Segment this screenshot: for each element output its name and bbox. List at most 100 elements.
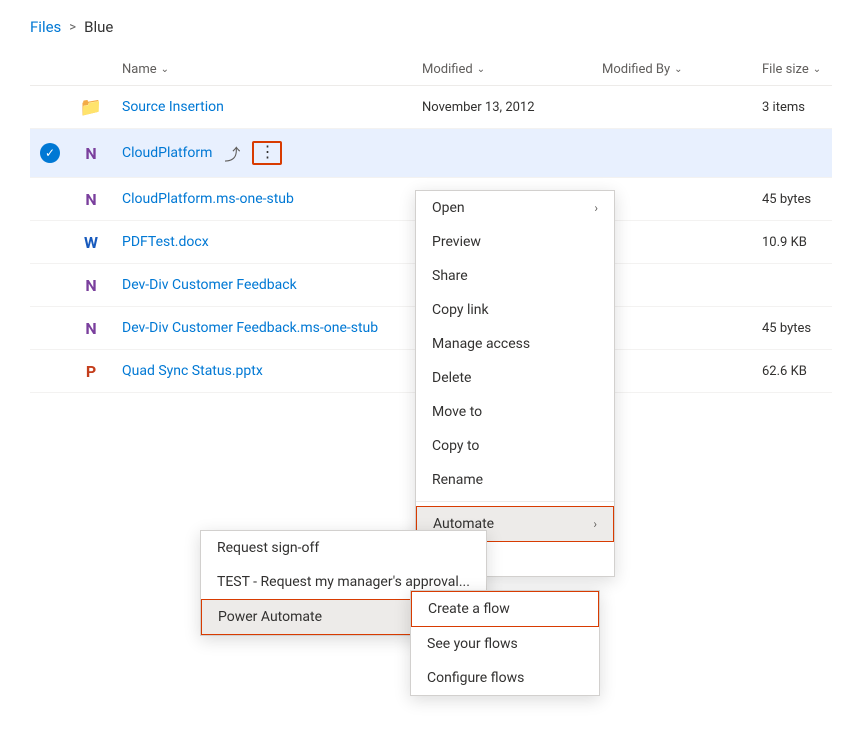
file-size-text: 10.9 KB — [762, 235, 807, 250]
breadcrumb-current: Blue — [84, 18, 113, 36]
menu-item-share[interactable]: Share — [416, 259, 614, 293]
col-modified-header[interactable]: Modified ⌄ — [412, 54, 592, 86]
table-row: ✓ N CloudPlatform ⤴ ⋮ — [30, 129, 832, 178]
row-name-cell: Dev-Div Customer Feedback.ms-one-stub — [112, 307, 412, 350]
row-size-cell: 45 bytes — [752, 178, 832, 221]
row-modified-cell: November 13, 2012 — [412, 86, 592, 129]
file-type-icon: N — [80, 188, 102, 210]
row-size-cell: 45 bytes — [752, 307, 832, 350]
row-modified-by-cell — [592, 178, 752, 221]
row-name-cell: Quad Sync Status.pptx — [112, 350, 412, 393]
row-modified-by-cell — [592, 264, 752, 307]
file-name-link[interactable]: PDFTest.docx — [122, 234, 209, 250]
file-name-link[interactable]: CloudPlatform.ms-one-stub — [122, 191, 294, 207]
automate-submenu-item-request-signoff[interactable]: Request sign-off — [201, 531, 486, 565]
row-check-cell[interactable]: ✓ — [30, 129, 70, 178]
context-menu: Open › Preview Share Copy link Manage ac… — [415, 190, 615, 577]
power-automate-submenu-item-configure-flows[interactable]: Configure flows — [411, 661, 599, 695]
row-icon-cell: N — [70, 178, 112, 221]
row-icon-cell: P — [70, 350, 112, 393]
row-size-cell: 10.9 KB — [752, 221, 832, 264]
name-sort-icon: ⌄ — [161, 64, 169, 75]
row-modified-by-cell — [592, 86, 752, 129]
row-modified-by-cell — [592, 129, 752, 178]
breadcrumb: Files > Blue — [30, 18, 816, 36]
row-icon-cell: N — [70, 129, 112, 178]
file-type-icon: N — [80, 317, 102, 339]
row-icon-cell: N — [70, 264, 112, 307]
row-size-cell — [752, 129, 832, 178]
row-icon-cell: 📁 — [70, 86, 112, 129]
menu-item-copy-to[interactable]: Copy to — [416, 429, 614, 463]
menu-item-manage-access[interactable]: Manage access — [416, 327, 614, 361]
menu-divider-1 — [416, 501, 614, 502]
row-check-cell[interactable] — [30, 221, 70, 264]
power-automate-submenu: Create a flow See your flows Configure f… — [410, 590, 600, 696]
automate-submenu-icon: › — [593, 517, 597, 531]
file-size-text: 45 bytes — [762, 192, 811, 207]
file-size-text: 3 items — [762, 100, 805, 115]
power-automate-submenu-item-create-flow[interactable]: Create a flow — [411, 591, 599, 627]
file-date-text: November 13, 2012 — [422, 100, 535, 115]
menu-item-preview[interactable]: Preview — [416, 225, 614, 259]
row-name-cell: CloudPlatform.ms-one-stub — [112, 178, 412, 221]
open-submenu-icon: › — [594, 201, 598, 215]
row-check-cell[interactable] — [30, 307, 70, 350]
row-name-actions: Dev-Div Customer Feedback — [122, 277, 402, 293]
row-checkmark: ✓ — [40, 143, 60, 163]
row-name-actions: PDFTest.docx — [122, 234, 402, 250]
row-name-actions: CloudPlatform.ms-one-stub — [122, 191, 402, 207]
table-row: 📁 Source Insertion November 13, 2012 3 i… — [30, 86, 832, 129]
row-check-cell[interactable] — [30, 264, 70, 307]
file-name-link[interactable]: Source Insertion — [122, 99, 224, 115]
row-modified-by-cell — [592, 350, 752, 393]
col-icon — [70, 54, 112, 86]
breadcrumb-files-link[interactable]: Files — [30, 18, 61, 36]
row-icon-cell: W — [70, 221, 112, 264]
menu-item-rename[interactable]: Rename — [416, 463, 614, 497]
menu-item-open[interactable]: Open › — [416, 191, 614, 225]
modified-sort-icon: ⌄ — [477, 64, 485, 75]
file-name-link[interactable]: Dev-Div Customer Feedback.ms-one-stub — [122, 320, 378, 336]
menu-item-move-to[interactable]: Move to — [416, 395, 614, 429]
row-name-actions: Dev-Div Customer Feedback.ms-one-stub — [122, 320, 402, 336]
power-automate-submenu-item-see-flows[interactable]: See your flows — [411, 627, 599, 661]
file-type-icon: N — [80, 274, 102, 296]
row-size-cell: 3 items — [752, 86, 832, 129]
file-name-link[interactable]: Dev-Div Customer Feedback — [122, 277, 297, 293]
row-modified-by-cell — [592, 307, 752, 350]
file-name-link[interactable]: Quad Sync Status.pptx — [122, 363, 263, 379]
col-size-header[interactable]: File size ⌄ — [752, 54, 832, 86]
row-size-cell — [752, 264, 832, 307]
row-name-cell: Source Insertion — [112, 86, 412, 129]
row-icon-cell: N — [70, 307, 112, 350]
file-name-link[interactable]: CloudPlatform — [122, 145, 212, 161]
row-size-cell: 62.6 KB — [752, 350, 832, 393]
col-check — [30, 54, 70, 86]
row-check-cell[interactable] — [30, 178, 70, 221]
row-name-cell: Dev-Div Customer Feedback — [112, 264, 412, 307]
modified-by-sort-icon: ⌄ — [674, 64, 682, 75]
row-modified-cell — [412, 129, 592, 178]
row-check-cell[interactable] — [30, 86, 70, 129]
file-type-icon: W — [80, 231, 102, 253]
col-modified-by-header[interactable]: Modified By ⌄ — [592, 54, 752, 86]
menu-item-delete[interactable]: Delete — [416, 361, 614, 395]
row-name-actions: Source Insertion — [122, 99, 402, 115]
row-name-actions: CloudPlatform ⤴ ⋮ — [122, 139, 402, 167]
row-name-cell: PDFTest.docx — [112, 221, 412, 264]
menu-item-copy-link[interactable]: Copy link — [416, 293, 614, 327]
col-name-header[interactable]: Name ⌄ — [112, 54, 412, 86]
row-name-actions: Quad Sync Status.pptx — [122, 363, 402, 379]
size-sort-icon: ⌄ — [813, 64, 821, 75]
file-type-icon: N — [80, 142, 102, 164]
table-header-row: Name ⌄ Modified ⌄ Modified By ⌄ — [30, 54, 832, 86]
share-icon[interactable]: ⤴ — [220, 139, 244, 167]
row-modified-by-cell — [592, 221, 752, 264]
file-type-icon: 📁 — [80, 96, 102, 118]
more-actions-button[interactable]: ⋮ — [252, 141, 282, 165]
file-size-text: 62.6 KB — [762, 364, 807, 379]
breadcrumb-separator: > — [69, 20, 76, 35]
row-check-cell[interactable] — [30, 350, 70, 393]
file-size-text: 45 bytes — [762, 321, 811, 336]
